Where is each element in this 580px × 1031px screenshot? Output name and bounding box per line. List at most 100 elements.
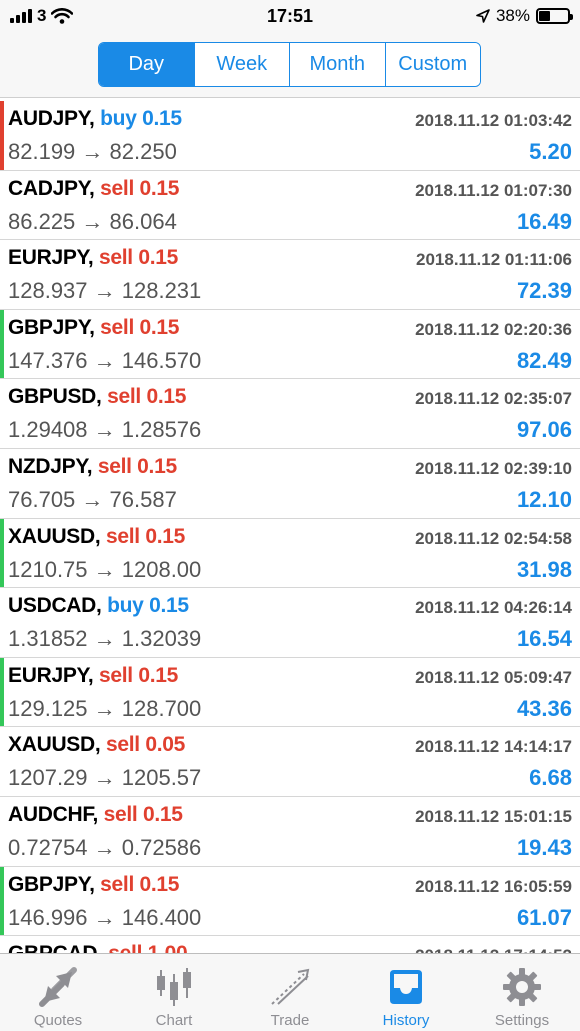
- trade-row[interactable]: EURJPY, sell 0.15 128.937 → 128.231 2018.1…: [0, 240, 580, 310]
- status-right: 38%: [476, 6, 573, 26]
- tab-settings[interactable]: Settings: [464, 954, 580, 1031]
- trade-marker: [0, 936, 4, 953]
- trade-time: 2018.11.12 02:35:07: [415, 389, 572, 409]
- trade-symbol-line: XAUUSD, sell 0.05: [8, 733, 185, 757]
- trade-symbol-line: GBPUSD, sell 0.15: [8, 385, 186, 409]
- segment-month[interactable]: Month: [290, 43, 386, 86]
- trade-marker: [0, 657, 4, 727]
- trade-time: 2018.11.12 16:05:59: [415, 876, 572, 896]
- history-icon: [384, 966, 428, 1008]
- battery-percent: 38%: [495, 6, 530, 25]
- trade-row[interactable]: GBPUSD, sell 0.15 1.29408 → 1.28576 2018.1…: [0, 379, 580, 449]
- trade-time: 2018.11.12 17:14:52: [415, 946, 572, 953]
- trade-symbol: XAUUSD,: [8, 524, 101, 548]
- trade-profit: 5.20: [529, 139, 572, 164]
- trade-time: 2018.11.12 01:03:42: [415, 111, 572, 130]
- trade-prices: 128.937 → 128.231: [8, 278, 202, 304]
- trade-prices: 1207.29 → 1205.57: [8, 765, 202, 791]
- trade-profit: 16.54: [516, 626, 572, 652]
- trade-profit: 97.06: [516, 417, 572, 443]
- trade-side-volume: sell 0.15: [103, 802, 183, 826]
- location-arrow-icon: [476, 9, 490, 23]
- tab-quotes-label: Quotes: [33, 1012, 83, 1029]
- trade-side-volume: buy 0.15: [100, 107, 182, 130]
- trade-row[interactable]: EURJPY, sell 0.15 129.125 → 128.700 2018.1…: [0, 657, 580, 728]
- trade-row[interactable]: USDCAD, buy 0.15 1.31852 → 1.32039 2018.11…: [0, 588, 580, 658]
- trade-history-list[interactable]: AUDJPY, buy 0.15 82.199 → 82.250 2018.11.1…: [0, 101, 580, 953]
- segment-day[interactable]: Day: [99, 43, 195, 86]
- trade-side-volume: sell 0.15: [97, 454, 177, 478]
- trade-prices: 86.225 → 86.064: [8, 208, 177, 234]
- trade-profit: 19.43: [516, 834, 572, 860]
- trade-symbol: AUDJPY,: [8, 107, 95, 130]
- trade-prices: 0.72754 → 0.72586: [8, 834, 202, 860]
- tab-settings-label: Settings: [494, 1012, 550, 1029]
- trade-prices: 1.31852 → 1.32039: [8, 626, 202, 652]
- trade-marker: [0, 309, 4, 379]
- trade-side-volume: sell 0.15: [100, 872, 180, 896]
- trade-side-volume: sell 0.15: [99, 663, 179, 687]
- tab-trade[interactable]: Trade: [232, 954, 348, 1031]
- trade-symbol-line: GBPJPY, sell 0.15: [8, 315, 180, 340]
- trade-marker: [0, 449, 4, 518]
- trade-row[interactable]: GBPCAD, sell 1.00 2018.11.12 17:14:52: [0, 936, 580, 953]
- trade-symbol-line: AUDCHF, sell 0.15: [8, 803, 183, 827]
- tab-quotes[interactable]: Quotes: [0, 954, 116, 1031]
- trade-profit: 12.10: [516, 486, 572, 512]
- trade-symbol-line: NZDJPY, sell 0.15: [8, 455, 177, 479]
- trade-symbol: GBPUSD,: [8, 385, 102, 409]
- trade-symbol-line: GBPCAD, sell 1.00: [8, 942, 188, 953]
- trade-profit: 43.36: [516, 695, 572, 721]
- tab-history-label: History: [382, 1012, 430, 1029]
- trade-side-volume: sell 1.00: [108, 942, 187, 953]
- trade-time: 2018.11.12 02:20:36: [415, 319, 572, 339]
- trade-marker: [0, 727, 4, 796]
- trade-profit: 6.68: [529, 765, 572, 791]
- settings-icon: [500, 966, 544, 1008]
- trade-symbol-line: AUDJPY, buy 0.15: [8, 107, 182, 131]
- trade-row[interactable]: XAUUSD, sell 0.05 1207.29 → 1205.57 2018.1…: [0, 727, 580, 797]
- battery-fill: [539, 11, 550, 21]
- segment-custom[interactable]: Custom: [385, 43, 480, 86]
- trade-row[interactable]: XAUUSD, sell 0.15 1210.75 → 1208.00 2018.1…: [0, 518, 580, 589]
- trade-time: 2018.11.12 14:14:17: [415, 737, 572, 757]
- tab-trade-label: Trade: [270, 1012, 310, 1029]
- trade-symbol: GBPCAD,: [8, 942, 103, 953]
- trade-symbol: AUDCHF,: [8, 802, 99, 826]
- tab-chart[interactable]: Chart: [116, 954, 232, 1031]
- trade-symbol: EURJPY,: [8, 246, 94, 270]
- trade-row[interactable]: NZDJPY, sell 0.15 76.705 → 76.587 2018.11.…: [0, 448, 580, 519]
- segment-week[interactable]: Week: [194, 43, 290, 86]
- trade-symbol: USDCAD,: [8, 594, 102, 618]
- trade-symbol: NZDJPY,: [8, 454, 93, 478]
- trade-side-volume: buy 0.15: [107, 594, 189, 618]
- trade-profit: 82.49: [516, 347, 572, 373]
- trade-marker: [0, 101, 4, 170]
- trade-marker: [0, 240, 4, 309]
- trade-profit: 16.49: [516, 208, 572, 234]
- quotes-icon: [36, 966, 80, 1008]
- trade-side-volume: sell 0.15: [107, 385, 187, 409]
- trade-icon: [268, 966, 312, 1008]
- tab-history[interactable]: History: [348, 954, 464, 1031]
- trade-marker: [0, 171, 4, 240]
- status-bar: 3 17:51 38%: [0, 0, 580, 32]
- trade-symbol-line: GBPJPY, sell 0.15: [8, 872, 180, 897]
- trade-row[interactable]: AUDCHF, sell 0.15 0.72754 → 0.72586 2018.1…: [0, 796, 580, 867]
- trade-symbol-line: USDCAD, buy 0.15: [8, 594, 189, 618]
- trade-row[interactable]: CADJPY, sell 0.15 86.225 → 86.064 2018.11.…: [0, 170, 580, 241]
- battery-icon: [536, 8, 573, 24]
- tab-bar: Quotes Chart Trade History Settings: [0, 953, 580, 1031]
- trade-row[interactable]: GBPJPY, sell 0.15 147.376 → 146.570 2018.1…: [0, 309, 580, 380]
- trade-prices: 147.376 → 146.570: [8, 347, 202, 373]
- trade-time: 2018.11.12 02:54:58: [415, 528, 572, 548]
- trade-marker: [0, 866, 4, 936]
- trade-marker: [0, 588, 4, 657]
- trade-symbol-line: EURJPY, sell 0.15: [8, 664, 178, 688]
- trade-row[interactable]: AUDJPY, buy 0.15 82.199 → 82.250 2018.11.1…: [0, 101, 580, 171]
- period-filter-bar: Day Week Month Custom: [0, 32, 580, 98]
- trade-profit: 31.98: [516, 556, 572, 582]
- trade-row[interactable]: GBPJPY, sell 0.15 146.996 → 146.400 2018.1…: [0, 866, 580, 937]
- trade-symbol: GBPJPY,: [8, 315, 95, 339]
- trade-profit: 61.07: [516, 904, 572, 930]
